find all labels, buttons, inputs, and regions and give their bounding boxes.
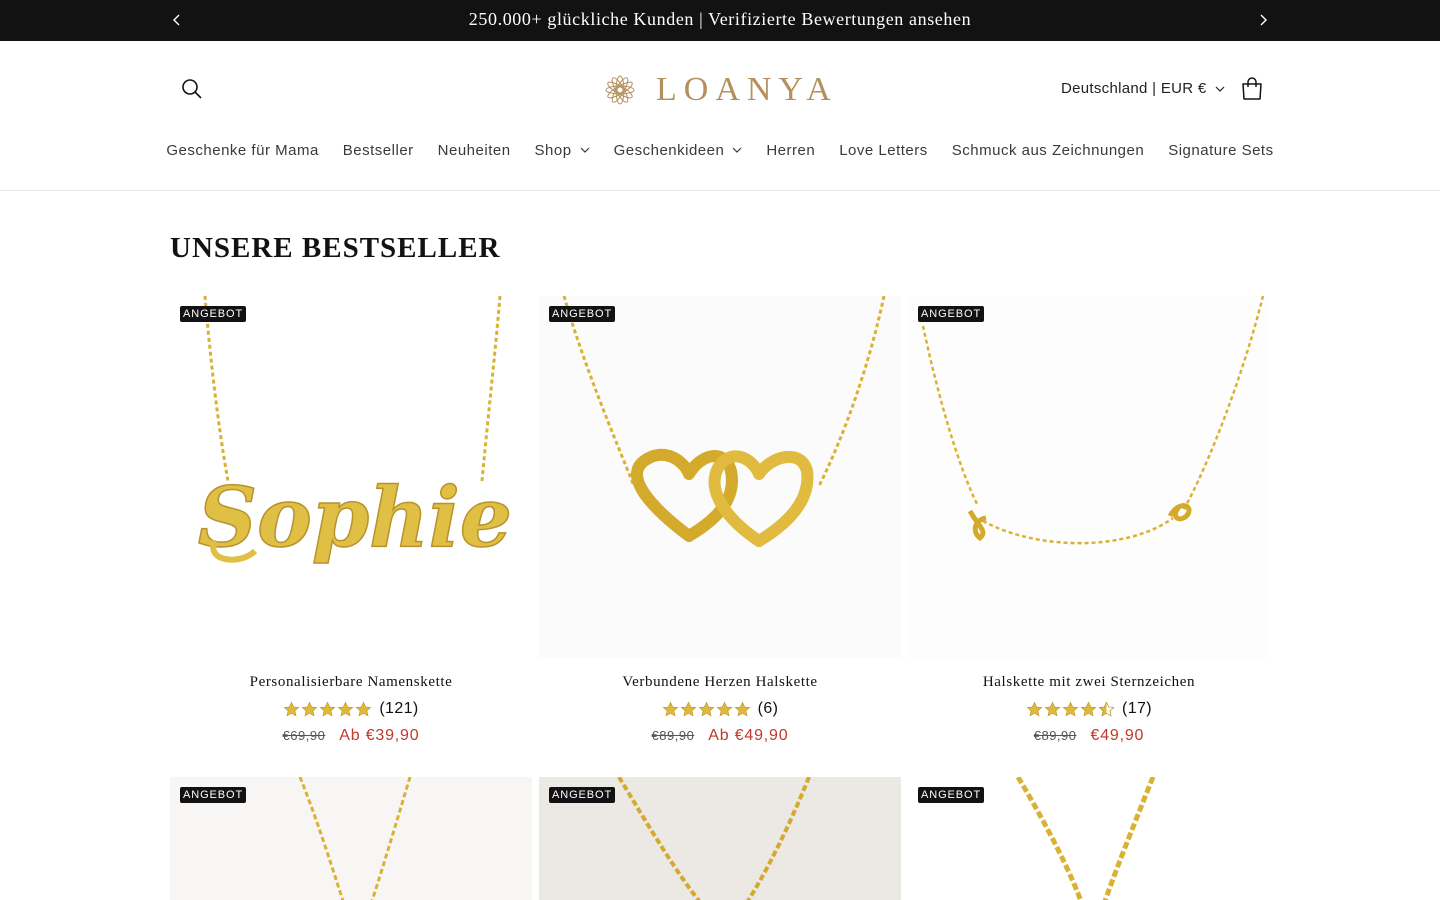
chevron-down-icon: [1215, 86, 1224, 92]
product-card[interactable]: ANGEBOT: [539, 777, 901, 900]
star-icon: [1080, 701, 1097, 716]
locale-label: Deutschland | EUR €: [1061, 80, 1207, 97]
nav-item-bestseller[interactable]: Bestseller: [331, 138, 426, 162]
nav-label: Herren: [766, 141, 816, 159]
product-image[interactable]: ANGEBOT Sophie: [170, 296, 532, 658]
announcement-bar: 250.000+ glückliche Kunden | Verifiziert…: [0, 0, 1440, 41]
main-navigation: Geschenke für Mama Bestseller Neuheiten …: [0, 138, 1440, 162]
product-title[interactable]: Verbundene Herzen Halskette: [539, 674, 901, 691]
regular-price: €69,90: [282, 728, 326, 743]
product-price: €89,90 €49,90: [908, 727, 1270, 745]
product-rating: (6): [539, 700, 901, 718]
star-icon: [1062, 701, 1079, 716]
nav-item-love-letters[interactable]: Love Letters: [827, 138, 940, 162]
name-necklace-image: Sophie: [170, 296, 532, 658]
nav-item-geschenke-fuer-mama[interactable]: Geschenke für Mama: [154, 138, 330, 162]
nav-item-herren[interactable]: Herren: [754, 138, 827, 162]
product-image[interactable]: ANGEBOT: [539, 296, 901, 658]
regular-price: €89,90: [651, 728, 695, 743]
sale-badge: ANGEBOT: [918, 787, 985, 803]
country-currency-selector[interactable]: Deutschland | EUR €: [1061, 80, 1225, 97]
section-title: UNSERE BESTSELLER: [170, 232, 501, 264]
nav-item-geschenkideen[interactable]: Geschenkideen: [602, 138, 755, 162]
chevron-right-icon[interactable]: [1254, 11, 1272, 29]
product-card[interactable]: ANGEBOT Sophie Personalisierbare Namensk…: [170, 296, 532, 745]
product-price: €89,90 Ab €49,90: [539, 727, 901, 745]
zodiac-necklace-image: [908, 296, 1270, 658]
sale-badge: ANGEBOT: [180, 306, 247, 322]
review-count: (121): [379, 700, 419, 717]
nav-label: Neuheiten: [437, 141, 511, 159]
sale-price: Ab €49,90: [708, 727, 789, 744]
product-price: €69,90 Ab €39,90: [170, 727, 532, 745]
product-rating: (17): [908, 700, 1270, 718]
star-icon: [1026, 701, 1043, 716]
star-icon: [355, 701, 372, 716]
star-icon: [301, 701, 318, 716]
star-icon: [337, 701, 354, 716]
sale-price: Ab €39,90: [339, 727, 420, 744]
search-icon[interactable]: [176, 73, 208, 105]
star-half-icon: [1098, 700, 1115, 717]
product-title[interactable]: Personalisierbare Namenskette: [170, 674, 532, 691]
sale-badge: ANGEBOT: [918, 306, 985, 322]
star-icon: [283, 701, 300, 716]
store-logo[interactable]: LOANYA: [598, 67, 844, 113]
nav-label: Geschenke für Mama: [166, 141, 319, 159]
linked-hearts-image: [539, 296, 901, 658]
svg-text:Sophie: Sophie: [198, 470, 512, 566]
regular-price: €89,90: [1033, 728, 1077, 743]
nav-item-signature-sets[interactable]: Signature Sets: [1156, 138, 1285, 162]
nav-label: Geschenkideen: [613, 141, 725, 159]
product-card[interactable]: ANGEBOT: [908, 777, 1270, 900]
star-icon: [1044, 701, 1061, 716]
star-rating: [1026, 700, 1115, 718]
chevron-down-icon: [732, 147, 742, 153]
product-rating: (121): [170, 700, 532, 718]
product-image[interactable]: ANGEBOT: [908, 296, 1270, 658]
announcement-text[interactable]: 250.000+ glückliche Kunden | Verifiziert…: [0, 9, 1440, 30]
chevron-down-icon: [580, 147, 590, 153]
sale-badge: ANGEBOT: [180, 787, 247, 803]
sale-badge: ANGEBOT: [549, 787, 616, 803]
nav-label: Shop: [534, 141, 572, 159]
product-card[interactable]: ANGEBOT Verbundene Herzen Halskette (6) …: [539, 296, 901, 745]
nav-label: Signature Sets: [1168, 141, 1274, 159]
star-icon: [662, 701, 678, 716]
star-icon: [698, 701, 714, 716]
nav-label: Love Letters: [839, 141, 928, 159]
sale-price: €49,90: [1090, 727, 1145, 744]
product-card[interactable]: ANGEBOT Halskette mit zwei Sternzeichen …: [908, 296, 1270, 745]
nav-item-shop[interactable]: Shop: [523, 138, 602, 162]
lotus-logo-icon: [605, 75, 635, 105]
sale-badge: ANGEBOT: [549, 306, 616, 322]
review-count: (17): [1121, 700, 1153, 717]
cart-icon[interactable]: [1238, 75, 1266, 103]
star-rating: [283, 701, 372, 718]
review-count: (6): [757, 700, 779, 717]
nav-item-schmuck-aus-zeichnungen[interactable]: Schmuck aus Zeichnungen: [940, 138, 1156, 162]
product-card[interactable]: ANGEBOT: [170, 777, 532, 900]
star-icon: [734, 701, 750, 716]
logo-text: LOANYA: [656, 71, 838, 108]
nav-item-neuheiten[interactable]: Neuheiten: [426, 138, 523, 162]
star-icon: [716, 701, 732, 716]
nav-label: Schmuck aus Zeichnungen: [951, 141, 1145, 159]
star-icon: [319, 701, 336, 716]
nav-label: Bestseller: [342, 141, 414, 159]
product-title[interactable]: Halskette mit zwei Sternzeichen: [908, 674, 1270, 691]
site-header: LOANYA Deutschland | EUR € Geschenke für…: [0, 41, 1440, 191]
star-rating: [662, 701, 751, 718]
star-icon: [680, 701, 696, 716]
